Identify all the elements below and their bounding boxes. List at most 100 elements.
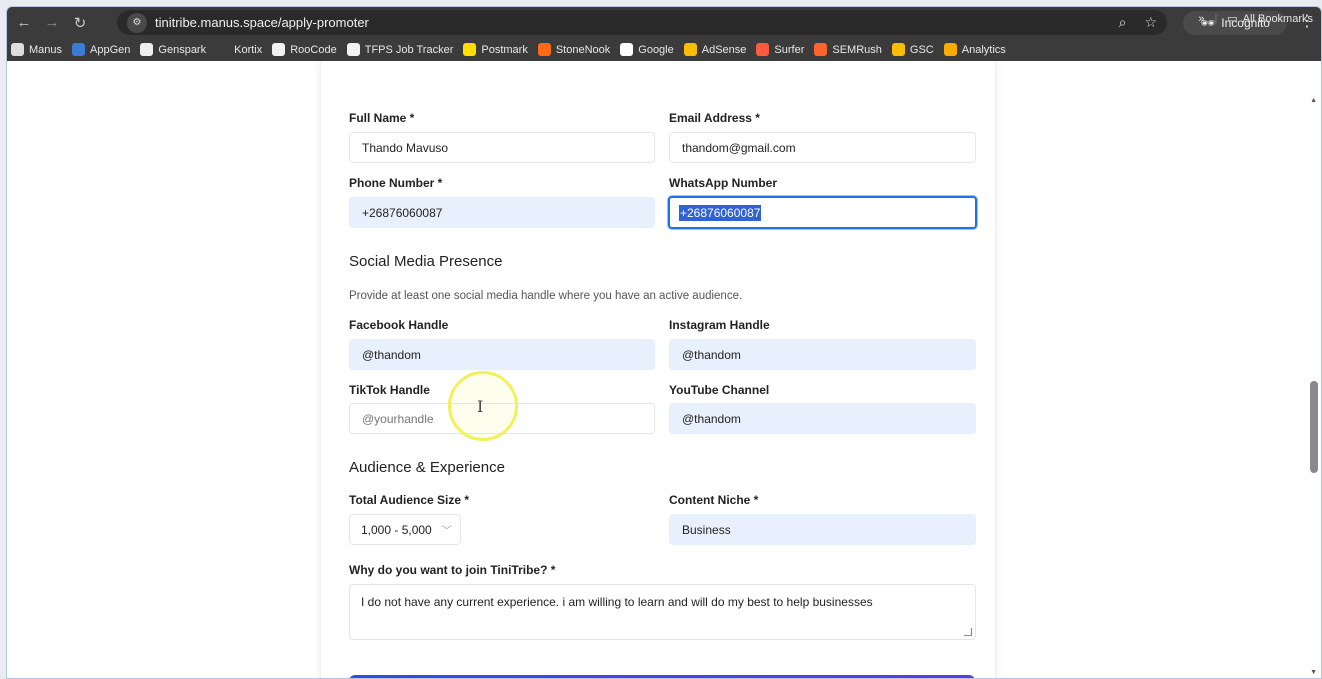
bookmark-item[interactable]: Genspark — [140, 43, 206, 56]
back-icon[interactable]: ← — [13, 14, 35, 31]
tiktok-label: TikTok Handle — [349, 383, 430, 397]
submit-application-button[interactable] — [349, 675, 975, 678]
bookmark-label: RooCode — [290, 43, 337, 56]
gsc-icon — [891, 43, 905, 56]
audience-experience-heading: Audience & Experience — [349, 459, 505, 476]
bookmark-item[interactable]: Kortix — [216, 43, 262, 56]
whatsapp-input[interactable]: +26876060087 — [668, 196, 977, 229]
instagram-value: @thandom — [682, 347, 741, 362]
bookmarks-bar: Manus AppGen Genspark Kortix RooCode TFPS Job… — [7, 38, 1321, 61]
email-input[interactable]: thandom@gmail.com — [669, 132, 976, 163]
all-bookmarks-button[interactable]: ▭ All Bookmarks — [1227, 12, 1313, 26]
bookmark-label: StoneNook — [555, 43, 611, 56]
resize-handle-icon[interactable] — [964, 628, 972, 636]
audience-size-select[interactable]: 1,000 - 5,000 ﹀ — [349, 514, 461, 545]
phone-value: +26876060087 — [362, 205, 443, 220]
page-scrollbar[interactable] — [1307, 61, 1321, 678]
bookmark-label: TFPS Job Tracker — [364, 43, 454, 56]
bookmark-label: GSC — [909, 43, 934, 56]
text-cursor-icon: I — [477, 397, 484, 416]
bookmark-label: AdSense — [701, 43, 747, 56]
full-name-value: Thando Mavuso — [362, 140, 449, 155]
youtube-label: YouTube Channel — [669, 383, 770, 397]
semrush-icon — [814, 43, 828, 56]
bookmark-item[interactable]: StoneNook — [537, 43, 611, 56]
youtube-input[interactable]: @thandom — [669, 403, 976, 434]
content-niche-label: Content Niche * — [669, 493, 759, 507]
browser-toolbar: ← → ↻ ⚙ tinitribe.manus.space/apply-prom… — [7, 7, 1321, 61]
bookmark-label: Manus — [29, 43, 63, 56]
youtube-value: @thandom — [682, 411, 741, 426]
bookmark-item[interactable]: TFPS Job Tracker — [346, 43, 454, 56]
phone-label: Phone Number * — [349, 176, 443, 190]
bookmark-item[interactable]: RooCode — [272, 43, 337, 56]
instagram-label: Instagram Handle — [669, 318, 770, 332]
facebook-input[interactable]: @thandom — [349, 339, 655, 370]
application-form-card: Full Name * Thando Mavuso Email Address … — [320, 61, 996, 678]
bookmark-label: Kortix — [234, 43, 263, 56]
scroll-up-icon[interactable]: ▲ — [1310, 97, 1317, 104]
bookmark-star-icon[interactable]: ☆ — [1144, 14, 1157, 31]
bookmark-item[interactable]: Postmark — [463, 43, 528, 56]
phone-input[interactable]: +26876060087 — [349, 197, 655, 228]
scrollbar-thumb[interactable] — [1310, 381, 1318, 473]
bookmark-item[interactable]: AppGen — [72, 43, 130, 56]
bookmark-item[interactable]: Google — [620, 43, 674, 56]
social-media-helper: Provide at least one social media handle… — [349, 290, 743, 302]
instagram-input[interactable]: @thandom — [669, 339, 976, 370]
address-bar[interactable]: ⚙ tinitribe.manus.space/apply-promoter ⌕… — [117, 10, 1167, 35]
tracker-icon — [346, 43, 360, 56]
chevron-down-icon: ﹀ — [441, 526, 452, 537]
bookmark-label: SEMRush — [832, 43, 882, 56]
bookmark-item[interactable]: SEMRush — [814, 43, 882, 56]
zoom-icon[interactable]: ⌕ — [1119, 14, 1127, 31]
appgen-icon — [72, 43, 86, 56]
bookmark-item[interactable]: Analytics — [943, 43, 1006, 56]
email-value: thandom@gmail.com — [682, 140, 796, 155]
audience-size-value: 1,000 - 5,000 — [361, 522, 432, 537]
genspark-icon — [140, 43, 154, 56]
bookmark-label: AppGen — [90, 43, 131, 56]
page-viewport: Full Name * Thando Mavuso Email Address … — [7, 61, 1321, 678]
url-text: tinitribe.manus.space/apply-promoter — [155, 15, 369, 30]
scroll-down-icon[interactable]: ▼ — [1310, 669, 1317, 676]
bookmark-item[interactable]: AdSense — [683, 43, 747, 56]
tiktok-placeholder: @yourhandle — [362, 411, 434, 426]
bookmark-label: Analytics — [961, 43, 1006, 56]
social-media-heading: Social Media Presence — [349, 253, 503, 270]
full-name-input[interactable]: Thando Mavuso — [349, 132, 655, 163]
bookmark-label: Google — [638, 43, 674, 56]
full-name-label: Full Name * — [349, 111, 415, 125]
analytics-icon — [943, 43, 957, 56]
bookmark-item[interactable]: Surfer — [756, 43, 804, 56]
bookmark-label: Postmark — [481, 43, 528, 56]
more-bookmarks-icon[interactable]: » — [1198, 13, 1204, 25]
forward-icon[interactable]: → — [41, 14, 63, 31]
bookmark-item[interactable]: Manus — [11, 43, 62, 56]
facebook-label: Facebook Handle — [349, 318, 449, 332]
google-icon — [620, 43, 634, 56]
bookmark-label: Genspark — [158, 43, 207, 56]
surfer-icon — [756, 43, 770, 56]
bookmark-label: Surfer — [774, 43, 805, 56]
facebook-value: @thandom — [362, 347, 421, 362]
roocode-icon — [272, 43, 286, 56]
reload-icon[interactable]: ↻ — [69, 14, 91, 32]
stonenook-icon — [537, 43, 551, 56]
audience-size-label: Total Audience Size * — [349, 493, 470, 507]
why-join-textarea[interactable]: I do not have any current experience. i … — [349, 584, 976, 640]
browser-window: ← → ↻ ⚙ tinitribe.manus.space/apply-prom… — [6, 6, 1322, 679]
bookmark-item[interactable]: GSC — [891, 43, 934, 56]
site-settings-icon[interactable]: ⚙ — [127, 12, 147, 33]
postmark-icon — [463, 43, 477, 56]
kortix-icon — [216, 43, 230, 56]
content-niche-value: Business — [682, 522, 731, 537]
why-join-value: I do not have any current experience. i … — [361, 595, 873, 609]
folder-icon: ▭ — [1227, 13, 1238, 25]
all-bookmarks-label: All Bookmarks — [1242, 12, 1313, 25]
whatsapp-label: WhatsApp Number — [669, 176, 777, 190]
why-join-label: Why do you want to join TiniTribe? * — [349, 563, 556, 577]
adsense-icon — [683, 43, 697, 56]
content-niche-input[interactable]: Business — [669, 514, 976, 545]
whatsapp-value: +26876060087 — [679, 204, 762, 221]
